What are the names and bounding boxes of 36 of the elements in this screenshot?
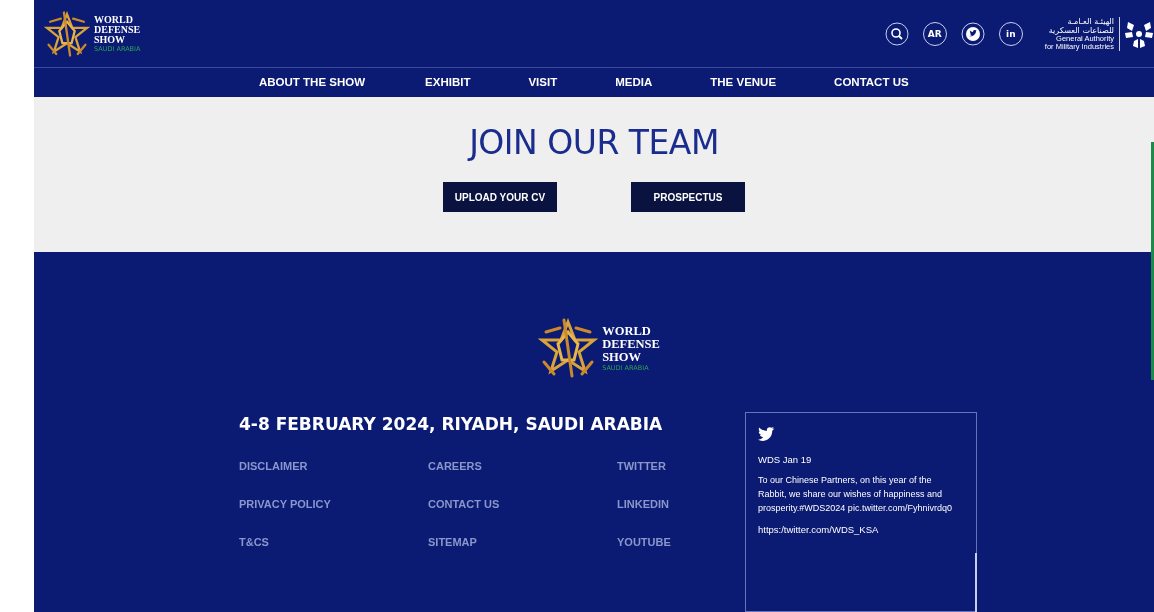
tweet-text: To our Chinese Partners, on this year of the Rabbit, we share our wishes of happiness and prosperity.#WDS2024 pic.twitter.com/Fyhnivrdq0 [758, 474, 952, 515]
footer-link[interactable]: T&CS [239, 534, 428, 550]
logo-wordmark: SHOW [602, 350, 643, 364]
logo-wordmark: DEFENSE [94, 24, 141, 35]
tweet-link[interactable]: https:/twitter.com/WDS_KSA [758, 524, 952, 535]
footer-link[interactable]: SITEMAP [428, 534, 617, 550]
twitter-icon[interactable] [960, 21, 985, 46]
nav-link[interactable]: MEDIA [615, 76, 653, 89]
nav-link[interactable]: THE VENUE [710, 76, 777, 89]
nav-link[interactable]: CONTACT US [834, 76, 909, 89]
footer-link[interactable]: PRIVACY POLICY [239, 496, 428, 512]
footer-link[interactable]: YOUTUBE [617, 534, 737, 550]
authority-name-arabic: الهيئـة العـامـة [1067, 16, 1114, 26]
footer-link[interactable]: CONTACT US [428, 496, 617, 512]
logo-wordmark: WORLD [602, 324, 652, 338]
action-button[interactable]: UPLOAD YOUR CV [443, 182, 557, 213]
page-heading: JOIN OUR TEAM [469, 123, 719, 163]
authority-name-arabic: للصناعات العسكرية [1048, 25, 1114, 35]
logo-wordmark: SHOW [94, 34, 127, 45]
footer-link[interactable]: DISCLAIMER [239, 458, 428, 474]
star-emblem-icon [538, 318, 599, 378]
nav-link[interactable]: VISIT [528, 76, 558, 89]
star-emblem-icon[interactable] [44, 10, 90, 57]
twitter-bird-icon[interactable] [758, 427, 776, 442]
search-icon[interactable] [884, 21, 909, 46]
footer-link[interactable]: CAREERS [428, 458, 617, 474]
logo-wordmark: DEFENSE [602, 337, 660, 351]
action-button[interactable]: PROSPECTUS [631, 182, 745, 213]
nav-link[interactable]: ABOUT THE SHOW [259, 76, 366, 89]
nav-link[interactable]: EXHIBIT [425, 76, 471, 89]
scrollbar[interactable] [975, 553, 977, 612]
footer-link[interactable]: LINKEDIN [617, 496, 737, 512]
footer-link[interactable]: TWITTER [617, 458, 737, 474]
tweet-meta: WDS Jan 19 [758, 454, 813, 465]
logo-wordmark: WORLD [94, 14, 134, 25]
event-dates: 4-8 FEBRUARY 2024, RIYADH, SAUDI ARABIA [239, 413, 664, 436]
